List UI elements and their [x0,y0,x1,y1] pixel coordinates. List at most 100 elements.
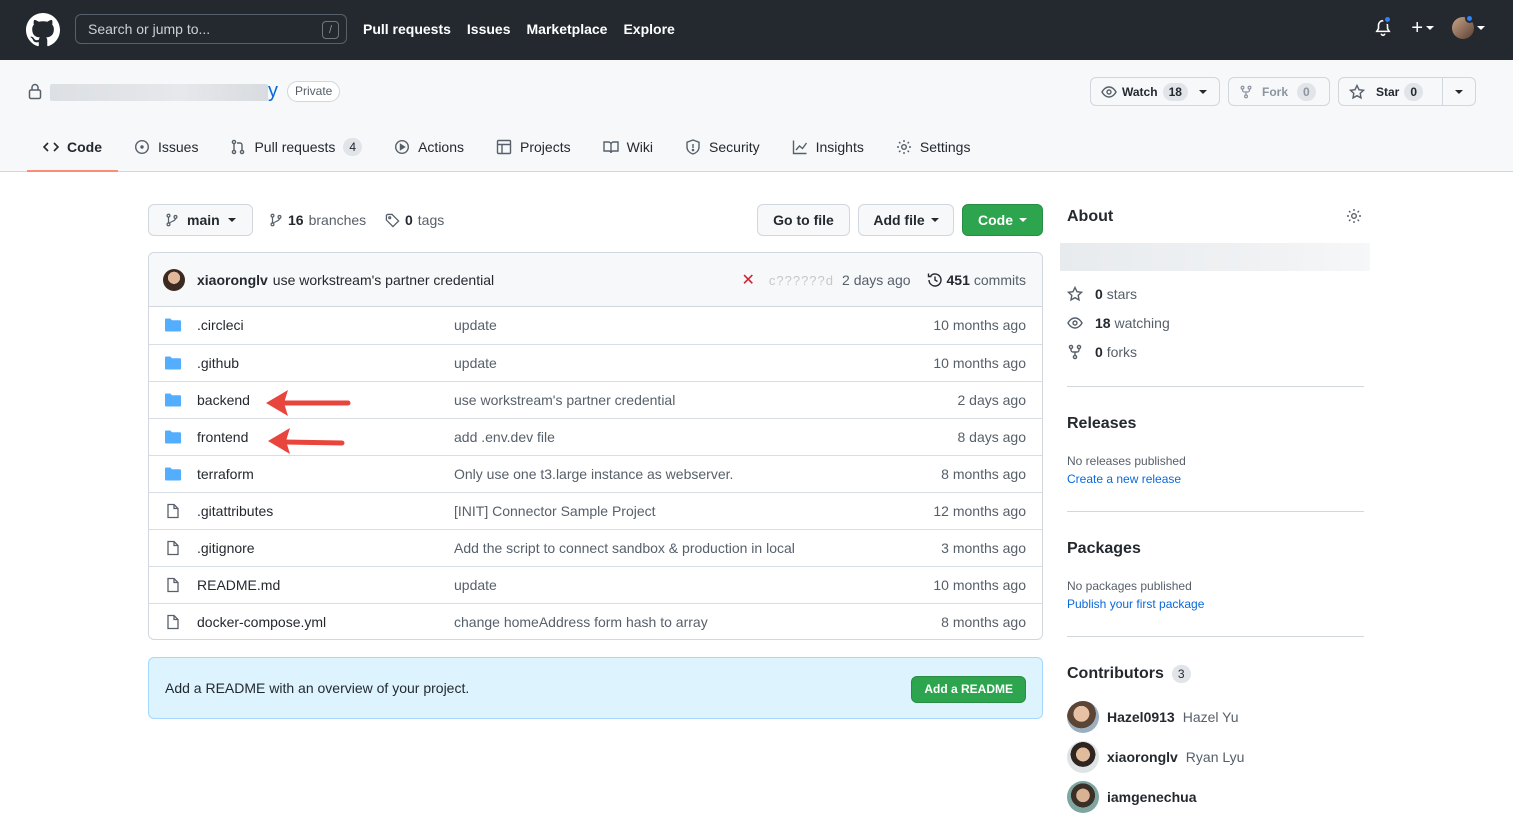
go-to-file-label: Go to file [773,212,834,228]
github-logo-icon[interactable] [26,13,60,47]
file-name[interactable]: docker-compose.yml [197,614,326,630]
table-row: .circleci update 10 months ago [149,307,1042,344]
contributor-item[interactable]: Hazel0913 Hazel Yu [1067,701,1239,733]
contributor-login: Hazel0913 [1107,709,1175,725]
nav-explore[interactable]: Explore [623,19,674,39]
search-input[interactable]: Search or jump to... / [75,14,347,44]
nav-pull-requests[interactable]: Pull requests [363,19,451,39]
header-actions: + [1373,14,1485,40]
file-name[interactable]: .github [197,355,239,371]
user-menu-button[interactable] [1452,14,1485,39]
file-name[interactable]: backend [197,392,250,408]
notifications-button[interactable] [1373,15,1393,40]
create-release-link[interactable]: Create a new release [1067,472,1181,486]
repo-name-redacted[interactable] [50,84,268,101]
tags-link[interactable]: 0 tags [385,212,444,228]
tab-settings[interactable]: Settings [880,124,987,170]
contributor-item[interactable]: iamgenechua [1067,781,1204,813]
chevron-down-icon [930,218,939,222]
add-readme-button[interactable]: Add a README [911,676,1026,703]
tab-actions[interactable]: Actions [378,124,480,170]
table-icon [496,139,512,155]
tab-security[interactable]: Security [669,124,776,170]
repo-name[interactable]: y [268,80,278,103]
nav-marketplace[interactable]: Marketplace [527,19,608,39]
releases-empty: No releases published [1067,454,1186,468]
about-title: About [1067,208,1114,225]
releases-title[interactable]: Releases [1067,415,1136,433]
add-file-button[interactable]: Add file [858,204,954,236]
file-commit-message[interactable]: add .env.dev file [454,429,555,445]
file-name[interactable]: frontend [197,429,248,445]
go-to-file-button[interactable]: Go to file [757,204,850,236]
tab-label: Pull requests [254,139,336,155]
create-new-button[interactable]: + [1411,17,1434,40]
publish-package-link[interactable]: Publish your first package [1067,597,1204,611]
tab-projects[interactable]: Projects [480,124,587,170]
watching-stat[interactable]: 18 watching [1067,315,1170,331]
folder-icon [165,393,181,407]
file-rows: .circleci update 10 months ago .github updat… [149,307,1042,639]
star-button[interactable]: Star 0 [1338,77,1476,106]
star-icon [1349,83,1365,99]
branch-selector[interactable]: main [148,204,253,236]
tab-insights[interactable]: Insights [776,124,880,170]
file-name[interactable]: README.md [197,577,280,593]
annotation-arrow-backend [266,390,351,416]
file-commit-message[interactable]: update [454,355,497,371]
contributor-item[interactable]: xiaoronglv Ryan Lyu [1067,741,1244,773]
file-age: 10 months ago [933,317,1026,333]
branches-link[interactable]: 16 branches [269,212,366,228]
watch-label: Watch [1122,84,1158,99]
gear-icon[interactable] [1346,208,1362,224]
x-icon[interactable]: ✕ [741,270,754,290]
contributors-header[interactable]: Contributors 3 [1067,665,1191,683]
eye-icon [1067,317,1083,329]
packages-title[interactable]: Packages [1067,540,1141,558]
watch-button[interactable]: Watch 18 [1090,77,1220,106]
tab-pull-requests[interactable]: Pull requests 4 [214,124,378,170]
file-name[interactable]: terraform [197,466,254,482]
file-commit-message[interactable]: Only use one t3.large instance as webser… [454,466,733,482]
tab-code[interactable]: Code [27,124,118,172]
commit-sha[interactable]: c??????d [769,273,834,288]
forks-stat[interactable]: 0 forks [1067,344,1137,360]
fork-count: 0 [1297,82,1316,101]
nav-issues[interactable]: Issues [467,19,511,39]
tab-issues[interactable]: Issues [118,124,214,170]
file-commit-message[interactable]: Add the script to connect sandbox & prod… [454,540,795,556]
gear-icon [896,140,911,154]
tab-wiki[interactable]: Wiki [587,124,669,170]
status-indicator [1465,14,1474,23]
stars-stat[interactable]: 0 stars [1067,286,1137,302]
commits-link[interactable]: 451 commits [927,272,1026,288]
about-description-redacted [1060,243,1370,271]
code-button[interactable]: Code [962,204,1043,236]
file-age: 8 months ago [941,466,1026,482]
stars-label: stars [1106,286,1138,302]
file-commit-message[interactable]: [INIT] Connector Sample Project [454,503,656,519]
contributor-login: xiaoronglv [1107,749,1178,765]
file-name[interactable]: .circleci [197,317,244,333]
watch-count: 18 [1162,82,1188,101]
file-commit-message[interactable]: use workstream's partner credential [454,392,675,408]
file-name[interactable]: .gitattributes [197,503,273,519]
tab-label: Wiki [626,139,654,155]
file-icon [167,503,179,519]
forks-count: 0 [1095,344,1103,360]
chevron-down-icon [1477,26,1485,30]
book-icon [602,141,619,154]
file-commit-message[interactable]: update [454,577,497,593]
star-list-dropdown[interactable] [1442,78,1475,105]
file-commit-message[interactable]: change homeAddress form hash to array [454,614,708,630]
file-name[interactable]: .gitignore [197,540,255,556]
avatar[interactable] [163,268,185,291]
tab-label: Security [709,139,760,155]
fork-button[interactable]: Fork 0 [1228,77,1330,106]
chevron-down-icon [227,218,236,222]
commit-message[interactable]: use workstream's partner credential [273,272,494,288]
divider [1067,636,1364,637]
lock-icon [28,83,42,100]
file-commit-message[interactable]: update [454,317,497,333]
commit-author[interactable]: xiaoronglv [197,272,268,288]
